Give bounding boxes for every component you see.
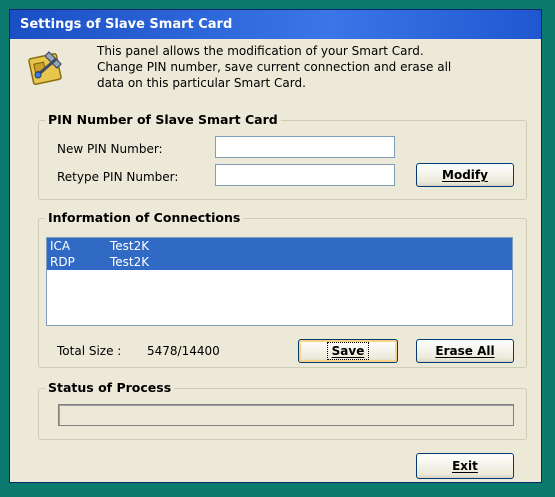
total-size-label: Total Size : bbox=[57, 344, 122, 358]
new-pin-field[interactable] bbox=[215, 136, 395, 158]
retype-pin-label: Retype PIN Number: bbox=[57, 170, 179, 184]
erase-all-button[interactable]: Erase All bbox=[416, 339, 514, 363]
save-button-label: Save bbox=[326, 342, 370, 360]
intro-line-2: Change PIN number, save current connecti… bbox=[97, 60, 452, 74]
retype-pin-field[interactable] bbox=[215, 164, 395, 186]
progress-bar bbox=[58, 404, 514, 426]
connections-group-title: Information of Connections bbox=[45, 210, 244, 226]
intro-line-1: This panel allows the modification of yo… bbox=[97, 44, 424, 58]
modify-button[interactable]: Modify bbox=[416, 163, 514, 187]
exit-button[interactable]: Exit bbox=[416, 453, 514, 479]
total-size-value: 5478/14400 bbox=[147, 344, 220, 358]
pin-group: PIN Number of Slave Smart Card bbox=[38, 112, 527, 200]
exit-button-label: Exit bbox=[452, 459, 478, 473]
new-pin-label: New PIN Number: bbox=[57, 142, 163, 156]
window-title: Settings of Slave Smart Card bbox=[10, 10, 541, 39]
list-item[interactable]: ICA Test2K bbox=[47, 238, 512, 254]
erase-all-button-label: Erase All bbox=[435, 344, 495, 358]
pin-group-title: PIN Number of Slave Smart Card bbox=[45, 112, 281, 128]
status-group-title: Status of Process bbox=[45, 380, 175, 396]
connection-type: RDP bbox=[50, 255, 75, 269]
connection-type: ICA bbox=[50, 239, 71, 253]
modify-button-label: Modify bbox=[442, 168, 488, 182]
connection-name: Test2K bbox=[110, 255, 150, 269]
intro-line-3: data on this particular Smart Card. bbox=[97, 76, 306, 90]
save-button[interactable]: Save bbox=[298, 339, 398, 363]
connections-list[interactable]: ICA Test2K RDP Test2K bbox=[46, 237, 513, 326]
list-item[interactable]: RDP Test2K bbox=[47, 254, 512, 270]
smart-card-tools-icon bbox=[28, 51, 62, 86]
connection-name: Test2K bbox=[110, 239, 150, 253]
intro-text: This panel allows the modification of yo… bbox=[97, 43, 517, 91]
